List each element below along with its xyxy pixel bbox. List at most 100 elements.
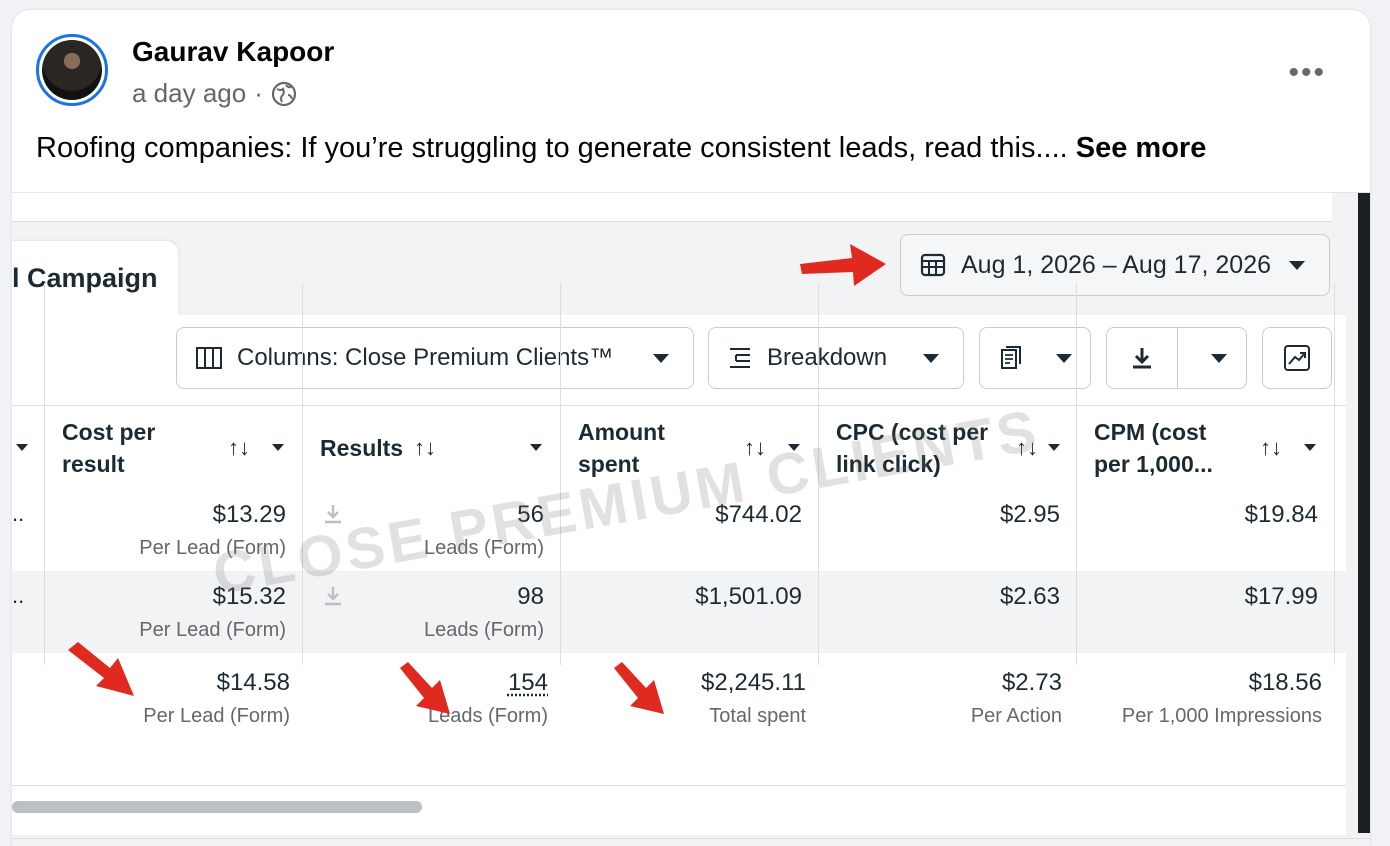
sort-icon: ↑↓: [1016, 435, 1038, 460]
amount-spent: $744.02: [715, 501, 802, 528]
calendar-icon: [920, 253, 946, 277]
header-text: spent: [578, 451, 640, 477]
reports-icon: [1001, 346, 1021, 369]
results-subtext: Leads (Form): [423, 619, 544, 641]
columns-label: Columns: Close Premium Clients™: [237, 344, 614, 371]
header-text: Results: [320, 435, 404, 461]
chevron-down-icon: [272, 444, 284, 451]
avatar-photo: [42, 40, 102, 100]
chevron-down-icon: [923, 353, 939, 363]
header-text: link click): [836, 451, 941, 477]
campaign-tab-label: l Campaign: [12, 263, 158, 293]
post-card: Gaurav Kapoor a day ago · ••• Roofing co…: [12, 10, 1370, 846]
reports-button: [979, 327, 1091, 389]
globe-icon: [271, 81, 296, 106]
post-time[interactable]: a day ago: [132, 78, 246, 109]
cost-subtext: Per Lead (Form): [139, 619, 286, 641]
avatar[interactable]: [36, 34, 108, 106]
results-value: 98: [517, 583, 544, 610]
total-cpc: $2.73: [1001, 669, 1062, 696]
total-cost-subtext: Per Lead (Form): [143, 705, 290, 727]
post-meta: a day ago ·: [132, 78, 297, 109]
header-cpc: CPC (cost per link click) ↑↓: [836, 406, 1076, 490]
total-cost-per-result: $14.58: [216, 669, 290, 696]
breakdown-icon: [730, 348, 750, 368]
horizontal-scrollbar: [12, 801, 422, 813]
totals-row: $14.58 Per Lead (Form) 154 Leads (Form) …: [12, 653, 1346, 786]
column-divider: [818, 283, 819, 665]
cost-per-result: $13.29: [212, 501, 286, 528]
export-menu-chevron: [1192, 328, 1246, 388]
sort-icon: ↑↓: [1260, 435, 1282, 460]
results-subtext: Leads (Form): [423, 537, 544, 559]
author-name[interactable]: Gaurav Kapoor: [132, 36, 334, 68]
more-options-icon[interactable]: •••: [1288, 56, 1326, 90]
column-divider: [560, 283, 561, 665]
cost-per-result: $15.32: [212, 583, 286, 610]
post-body: Roofing companies: If you’re struggling …: [36, 132, 1076, 164]
cpc-value: $2.95: [999, 501, 1060, 528]
table-row: .. $13.29 Per Lead (Form) 56 Leads (Form…: [12, 489, 1346, 572]
header-text: Cost per: [62, 419, 156, 445]
cost-subtext: Per Lead (Form): [139, 537, 286, 559]
meta-separator: ·: [254, 78, 263, 108]
total-amount-spent: $2,245.11: [701, 669, 806, 696]
chevron-down-icon: [1048, 444, 1060, 451]
sort-icon: ↑↓: [228, 435, 250, 460]
chevron-down-icon: [530, 444, 542, 451]
amount-spent: $1,501.09: [695, 583, 802, 610]
header-amount-spent: Amount spent ↑↓: [578, 406, 818, 490]
total-cpm-subtext: Per 1,000 Impressions: [1121, 705, 1322, 727]
divider: [12, 838, 1370, 839]
chevron-down-icon: [1211, 353, 1227, 363]
header-results: Results ↑↓: [320, 406, 560, 490]
breakdown-label: Breakdown: [767, 344, 888, 371]
chevron-down-icon: [1289, 260, 1305, 270]
post-text: Roofing companies: If you’re struggling …: [36, 132, 1206, 165]
cpc-value: $2.63: [999, 583, 1060, 610]
total-spent-subtext: Total spent: [709, 705, 806, 727]
header-cost-per-result: Cost per result ↑↓: [62, 406, 302, 490]
columns-button: Columns: Close Premium Clients™: [176, 327, 694, 389]
date-range-label: Aug 1, 2026 – Aug 17, 2026: [961, 250, 1271, 279]
total-results: 154: [507, 669, 548, 696]
chart-icon: [1284, 345, 1310, 371]
chart-button: [1262, 327, 1332, 389]
header-text: Amount: [578, 419, 665, 445]
date-range-button: Aug 1, 2026 – Aug 17, 2026: [900, 234, 1330, 296]
image-right-edge: [1358, 193, 1370, 833]
sort-icon: ↑↓: [414, 435, 436, 460]
table-header: Cost per result ↑↓ Results ↑↓ Amount spent…: [12, 405, 1346, 491]
column-divider: [302, 283, 303, 665]
header-text: CPC (cost per: [836, 419, 989, 445]
header-cpm: CPM (cost per 1,000... ↑↓: [1094, 406, 1334, 490]
sort-icon: ↑↓: [744, 435, 766, 460]
chevron-down-icon: [1304, 444, 1316, 451]
post-image: l Campaign Aug 1, 2026 – Aug 17, 2026 Co…: [12, 192, 1370, 846]
chevron-down-icon: [1056, 353, 1072, 363]
download-icon: [325, 587, 341, 606]
header-text: result: [62, 451, 125, 477]
results-value: 56: [517, 501, 544, 528]
ads-panel: Columns: Close Premium Clients™ Breakdow…: [12, 315, 1346, 835]
total-results-subtext: Leads (Form): [427, 705, 548, 727]
header-text: CPM (cost: [1094, 419, 1207, 445]
download-icon: [1107, 328, 1178, 388]
cpm-value: $17.99: [1244, 583, 1318, 610]
truncated-cell: ..: [12, 501, 25, 526]
column-divider: [1076, 283, 1077, 665]
see-more-link[interactable]: See more: [1076, 132, 1207, 164]
chevron-down-icon: [788, 444, 800, 451]
columns-icon: [196, 347, 222, 369]
chevron-down-icon: [653, 353, 669, 363]
download-icon: [325, 505, 341, 524]
breakdown-button: Breakdown: [708, 327, 964, 389]
column-divider: [44, 283, 45, 665]
table-row: .. $15.32 Per Lead (Form) 98 Leads (Form…: [12, 571, 1346, 654]
header-text: per 1,000...: [1094, 451, 1213, 477]
column-divider: [1334, 283, 1335, 665]
campaign-tab: l Campaign: [12, 241, 178, 315]
chevron-down-icon: [16, 444, 28, 451]
export-button: [1106, 327, 1247, 389]
image-top-strip: [12, 193, 1332, 222]
